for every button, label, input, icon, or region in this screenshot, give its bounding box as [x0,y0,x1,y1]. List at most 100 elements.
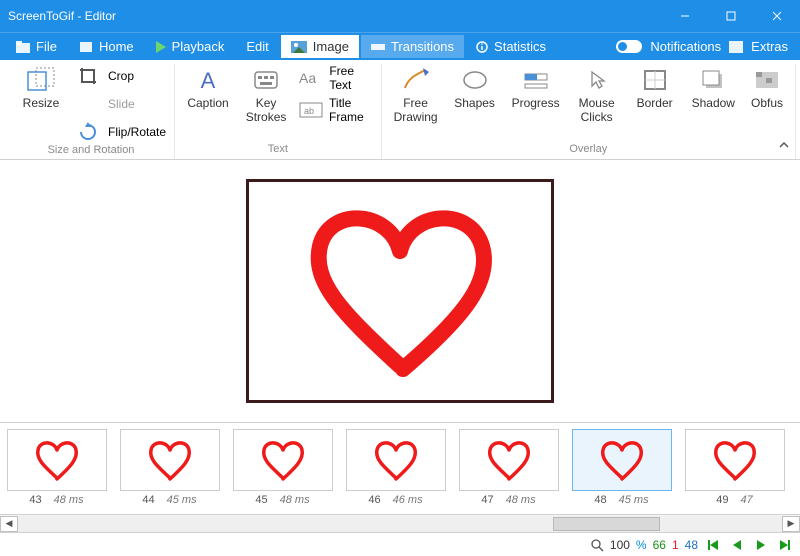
tab-statistics-label: Statistics [494,39,546,54]
thumbnail-number: 48 [594,494,606,506]
thumbnail-frame[interactable]: 4348 ms [0,427,113,514]
shapes-label: Shapes [454,96,495,110]
image-icon [291,41,307,53]
status-bar: 100 % 66 1 48 [0,532,800,556]
tab-playback[interactable]: Playback [146,35,235,58]
fliprotate-button[interactable]: Flip/Rotate [74,120,166,144]
thumbnail-duration: 48 ms [280,494,310,506]
tab-edit[interactable]: Edit [236,35,278,58]
scroll-handle[interactable] [553,517,660,531]
titleframe-icon: ab [299,98,323,122]
canvas-area [0,160,800,422]
thumbnail-number: 49 [716,494,728,506]
thumbnail-frame[interactable]: 4445 ms [113,427,226,514]
tab-home[interactable]: Home [69,35,144,58]
ribbon-collapse-button[interactable] [778,139,790,153]
caption-button[interactable]: A Caption [183,64,233,112]
scroll-track[interactable] [18,516,782,532]
nav-first-button[interactable] [704,537,722,553]
scroll-left-button[interactable]: ◀ [0,516,18,532]
tab-file[interactable]: File [6,35,67,58]
close-button[interactable] [754,0,800,32]
group-text-label: Text [268,143,288,157]
nav-next-button[interactable] [752,537,770,553]
thumbnail-frame[interactable]: 48 45 ms [565,427,678,514]
freedrawing-button[interactable]: Free Drawing [390,64,442,127]
freedrawing-label: Free Drawing [394,96,438,125]
heart-drawing [270,191,530,391]
freetext-button[interactable]: Aa Free Text [299,64,373,92]
titleframe-button[interactable]: ab Title Frame [299,96,373,124]
thumbnail-frame[interactable]: 45 48 ms [226,427,339,514]
transitions-icon [371,41,385,53]
thumbnail-image [572,429,672,491]
border-label: Border [637,96,673,110]
progress-button[interactable]: Progress [508,64,564,112]
tab-image[interactable]: Image [281,35,359,58]
thumbnail-number: 45 [255,494,267,506]
thumbnail-frame[interactable]: 4646 ms [339,427,452,514]
obfuscate-label: Obfus [751,96,783,110]
slide-icon [74,92,102,116]
status-blue: 48 [685,538,698,552]
tab-statistics[interactable]: Statistics [466,35,556,58]
obfuscate-button[interactable]: Obfus [747,64,787,112]
notifications-label: Notifications [650,39,721,54]
file-icon [16,41,30,53]
nav-last-button[interactable] [776,537,794,553]
extras-label[interactable]: Extras [751,39,788,54]
thumbnail-image [120,429,220,491]
tab-home-label: Home [99,39,134,54]
tab-playback-label: Playback [172,39,225,54]
ribbon: Resize Crop Slide Flip/Rotate Size and R… [0,60,800,160]
thumbnail-scrollbar[interactable]: ◀ ▶ [0,514,800,532]
thumbnail-duration: 48 ms [506,494,536,506]
window-title: ScreenToGif - Editor [8,9,116,23]
crop-icon [74,64,102,88]
minimize-button[interactable] [662,0,708,32]
thumbnail-duration: 45 ms [619,494,649,506]
shapes-button[interactable]: Shapes [450,64,500,112]
thumbnail-image [233,429,333,491]
ribbon-group-size: Resize Crop Slide Flip/Rotate Size and R… [8,64,175,159]
thumbnail-frame[interactable]: 49 47 [678,427,791,514]
resize-button[interactable]: Resize [16,64,66,112]
notifications-toggle[interactable] [616,40,642,53]
titleframe-label: Title Frame [329,96,373,124]
svg-text:Aa: Aa [299,70,316,86]
status-red: 1 [672,538,679,552]
keystrokes-label: Key Strokes [246,96,287,125]
ribbon-group-overlay: Free Drawing Shapes Progress Mouse Click… [382,64,796,159]
menubar: File Home Playback Edit Image Transition… [0,32,800,60]
svg-text:ab: ab [304,106,314,116]
thumbnail-frame[interactable]: 4748 ms [452,427,565,514]
tab-file-label: File [36,39,57,54]
thumbnail-duration: 45 ms [167,494,197,506]
group-overlay-label: Overlay [569,143,607,157]
thumbnail-image [685,429,785,491]
keystrokes-button[interactable]: Key Strokes [241,64,291,127]
home-icon [79,41,93,53]
mouseclicks-label: Mouse Clicks [579,96,615,125]
thumbnail-number: 43 [29,494,41,506]
status-green: 66 [653,538,666,552]
extras-icon [729,41,743,53]
nav-prev-button[interactable] [728,537,746,553]
canvas-frame[interactable] [246,179,554,403]
svg-text:A: A [201,68,216,93]
tab-transitions[interactable]: Transitions [361,35,464,58]
mouseclicks-button[interactable]: Mouse Clicks [572,64,622,127]
border-button[interactable]: Border [630,64,680,112]
zoom-pct: % [636,538,647,552]
maximize-button[interactable] [708,0,754,32]
shadow-label: Shadow [692,96,735,110]
titlebar: ScreenToGif - Editor [0,0,800,32]
progress-label: Progress [512,96,560,110]
play-icon [156,41,166,53]
crop-button[interactable]: Crop [74,64,134,88]
tab-transitions-label: Transitions [391,39,454,54]
shadow-button[interactable]: Shadow [688,64,739,112]
crop-label: Crop [108,69,134,83]
thumbnail-duration: 47 [741,494,753,506]
scroll-right-button[interactable]: ▶ [782,516,800,532]
